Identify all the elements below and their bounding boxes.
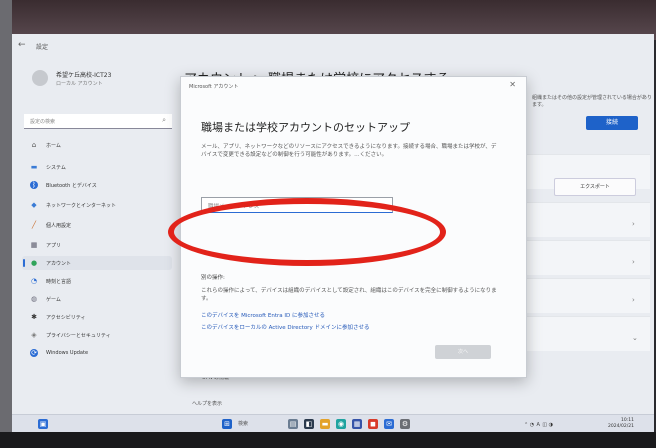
clock-icon: ◔ <box>30 277 38 285</box>
store-icon[interactable]: ▦ <box>352 419 362 429</box>
settings-gear-icon[interactable]: ⚙ <box>400 419 410 429</box>
dialog-title: Microsoft アカウント <box>189 84 239 90</box>
task-view-icon[interactable]: ▤ <box>288 419 298 429</box>
home-icon: ⌂ <box>31 141 37 149</box>
clock[interactable]: 10:11 2024/02/21 <box>608 418 634 430</box>
sidebar-item-system[interactable]: ▬ システム <box>22 160 172 174</box>
account-icon: ● <box>30 259 38 267</box>
sidebar-item-home[interactable]: ⌂ ホーム <box>22 138 172 152</box>
bluetooth-icon: ᛒ <box>30 181 38 189</box>
search-input[interactable]: 設定の検索 ⌕ <box>24 114 172 129</box>
managed-note: 組織またはその他の設定が管理されている場合があります。 <box>532 95 652 108</box>
sidebar-item-label: Bluetooth とデバイス <box>46 183 97 189</box>
connect-button[interactable]: 接続 <box>586 116 638 130</box>
highlight-ellipse <box>168 198 446 266</box>
next-button[interactable]: 次へ <box>435 345 491 359</box>
settings-row[interactable] <box>510 316 650 351</box>
copilot-icon[interactable]: ◧ <box>304 419 314 429</box>
file-explorer-icon[interactable]: ▬ <box>320 419 330 429</box>
sidebar-item-windows-update[interactable]: ⟳ Windows Update <box>22 346 172 360</box>
sidebar-item-privacy[interactable]: ◈ プライバシーとセキュリティ <box>22 328 172 342</box>
office-icon[interactable]: ◼ <box>368 419 378 429</box>
sidebar-item-bluetooth[interactable]: ᛒ Bluetooth とデバイス <box>22 178 172 192</box>
edge-icon[interactable]: ◉ <box>336 419 346 429</box>
sidebar-item-label: ゲーム <box>46 297 61 303</box>
profile-account-type: ローカル アカウント <box>56 81 103 87</box>
chevron-right-icon: › <box>632 258 635 266</box>
start-icon[interactable]: ⊞ <box>222 419 232 429</box>
sidebar-item-label: ホーム <box>46 143 61 149</box>
chevron-right-icon: › <box>632 220 635 228</box>
apps-icon: ▦ <box>30 241 38 249</box>
update-icon: ⟳ <box>30 349 38 357</box>
sidebar-item-label: アカウント <box>46 261 72 267</box>
dialog-description: メール、アプリ、ネットワークなどのリソースにアクセスできるようになります。接続す… <box>201 144 497 158</box>
mail-icon[interactable]: ✉ <box>384 419 394 429</box>
window-title: 設定 <box>36 44 49 51</box>
alternative-actions-heading: 別の操作: <box>201 275 225 281</box>
close-icon[interactable]: ✕ <box>509 80 516 89</box>
network-icon: ◆ <box>31 201 37 209</box>
sidebar-item-label: ネットワークとインターネット <box>46 203 117 209</box>
sidebar-item-label: 時刻と言語 <box>46 279 72 285</box>
dialog-heading: 職場または学校アカウントのセットアップ <box>201 121 410 134</box>
system-tray[interactable]: ⌃ ◔ Ａ ◫ ◑ <box>524 421 553 428</box>
export-button[interactable]: エクスポート <box>554 178 636 196</box>
avatar <box>32 70 48 86</box>
accessibility-icon: ✱ <box>31 313 37 321</box>
sidebar-item-gaming[interactable]: ◍ ゲーム <box>22 292 172 306</box>
back-button[interactable]: ← <box>18 40 26 50</box>
sidebar-item-time-language[interactable]: ◔ 時刻と言語 <box>22 274 172 288</box>
title-bar: ← 設定 <box>12 34 654 56</box>
sidebar-item-label: アプリ <box>46 243 62 249</box>
sidebar-item-label: プライバシーとセキュリティ <box>46 333 111 339</box>
photo-left-frame <box>0 0 12 448</box>
search-icon: ⌕ <box>162 116 166 124</box>
sidebar-item-label: 個人用設定 <box>46 223 72 229</box>
sidebar-item-label: Windows Update <box>46 350 89 356</box>
sidebar-item-accounts[interactable]: ● アカウント <box>22 256 172 270</box>
sidebar-item-label: システム <box>46 165 66 171</box>
sidebar-item-apps[interactable]: ▦ アプリ <box>22 238 172 252</box>
sidebar-item-accessibility[interactable]: ✱ アクセシビリティ <box>22 310 172 324</box>
taskbar: ▣ ⊞ 検索 ▤ ◧ ▬ ◉ ▦ ◼ ✉ ⚙ ⌃ ◔ Ａ ◫ ◑ 10:11 2… <box>12 414 654 432</box>
monitor-bezel <box>0 432 656 448</box>
profile-name: 希望ケ丘高校-ICT23 <box>56 72 112 79</box>
settings-window: ← 設定 希望ケ丘高校-ICT23 ローカル アカウント 設定の検索 ⌕ ⌂ ホ… <box>12 34 654 432</box>
chevron-right-icon: › <box>632 296 635 304</box>
taskbar-search[interactable]: 検索 <box>238 420 248 427</box>
join-entra-id-link[interactable]: このデバイスを Microsoft Entra ID に参加させる <box>201 311 325 319</box>
settings-row[interactable] <box>510 240 650 275</box>
alternative-actions-description: これらの操作によって、デバイスは組織のデバイスとして設定され、組織はこのデバイス… <box>201 288 497 302</box>
shield-icon: ◈ <box>31 331 37 339</box>
settings-row[interactable] <box>510 278 650 313</box>
join-active-directory-link[interactable]: このデバイスをローカルの Active Directory ドメインに参加させる <box>201 323 369 331</box>
sidebar-item-label: アクセシビリティ <box>46 315 86 321</box>
brush-icon: ╱ <box>31 221 37 229</box>
chevron-down-icon: ⌄ <box>632 334 638 342</box>
search-placeholder: 設定の検索 <box>30 119 56 125</box>
system-icon: ▬ <box>30 163 38 171</box>
sidebar-item-network[interactable]: ◆ ネットワークとインターネット <box>22 198 172 212</box>
settings-row[interactable] <box>510 202 650 237</box>
sidebar-item-personalization[interactable]: ╱ 個人用設定 <box>22 218 172 232</box>
widgets-icon[interactable]: ▣ <box>38 419 48 429</box>
help-link[interactable]: ヘルプを表示 <box>192 400 222 407</box>
clock-date: 2024/02/21 <box>608 424 634 429</box>
game-icon: ◍ <box>30 295 38 303</box>
